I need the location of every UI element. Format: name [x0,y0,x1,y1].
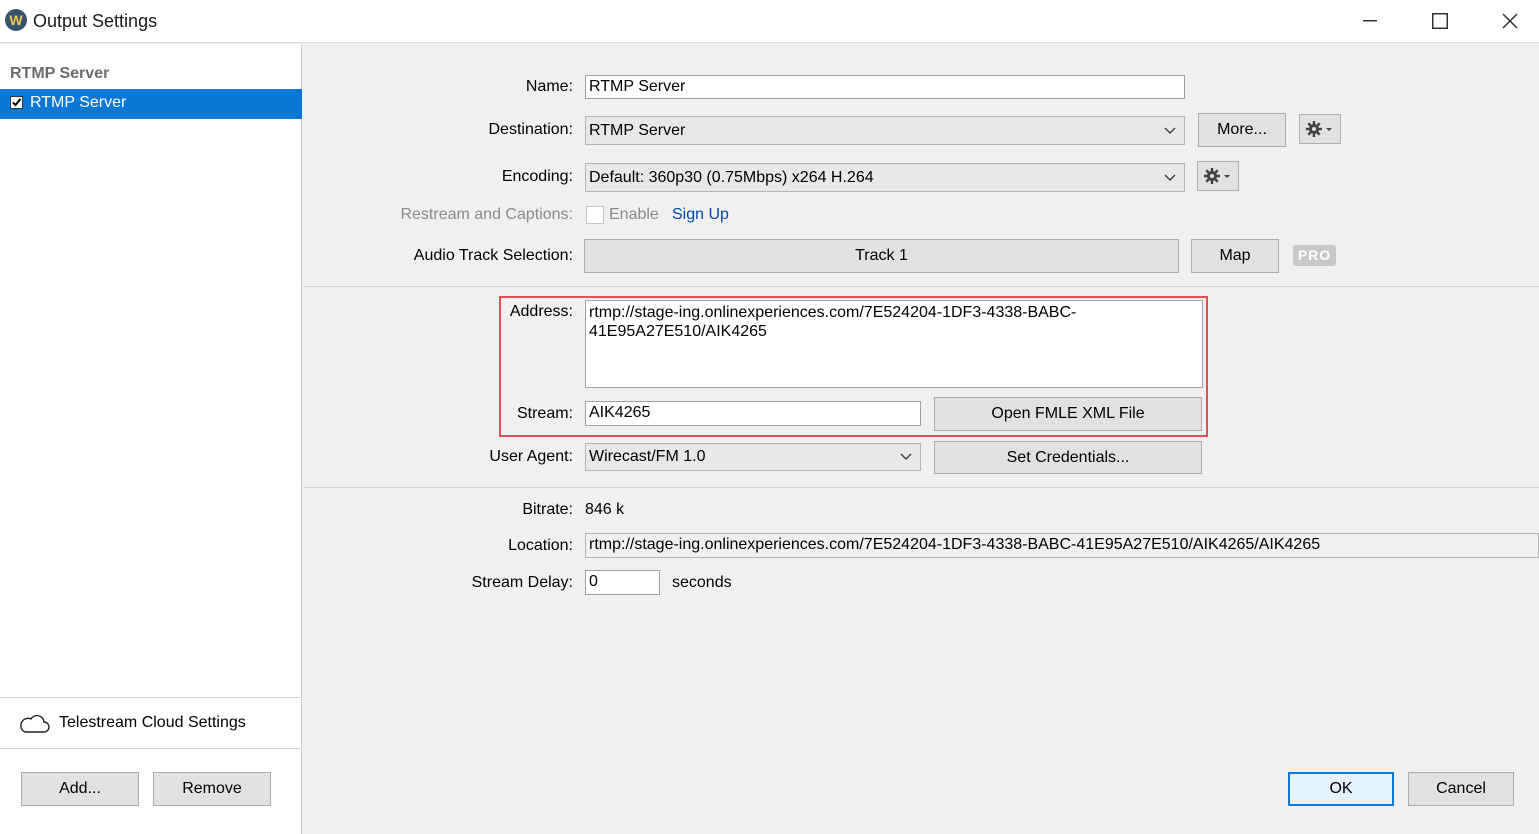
wirecast-app-icon: W [5,9,27,31]
stream-label: Stream: [516,405,573,422]
chevron-down-icon [1164,174,1176,181]
maximize-button[interactable] [1410,0,1470,42]
user-agent-value: Wirecast/FM 1.0 [589,448,706,465]
audio-track-selector[interactable]: Track 1 [584,239,1179,273]
divider [0,748,302,749]
address-textarea[interactable]: rtmp://stage-ing.onlinexperiences.com/7E… [585,300,1203,388]
close-icon [1502,13,1518,29]
close-button[interactable] [1480,0,1539,42]
user-agent-select[interactable]: Wirecast/FM 1.0 [585,443,921,471]
output-list-panel: RTMP Server RTMP Server Telestream Cloud… [0,44,302,834]
output-list-header: RTMP Server [10,65,110,82]
audio-track-label: Audio Track Selection: [413,247,573,264]
restream-captions-label: Restream and Captions: [400,206,573,223]
ok-button[interactable]: OK [1288,772,1394,806]
name-input[interactable]: RTMP Server [585,75,1185,99]
window-title: Output Settings [33,11,158,31]
encoding-value: Default: 360p30 (0.75Mbps) x264 H.264 [589,168,874,186]
gear-dropdown-icon [1306,121,1332,137]
stream-delay-label: Stream Delay: [471,574,573,591]
checkmark-icon [12,98,22,107]
address-label: Address: [509,303,573,320]
sign-up-link[interactable]: Sign Up [672,206,729,224]
output-list-item-rtmp-server[interactable]: RTMP Server [0,89,302,119]
stream-input[interactable]: AIK4265 [585,401,921,426]
stream-delay-input[interactable]: 0 [585,570,660,595]
open-fmle-xml-button[interactable]: Open FMLE XML File [934,397,1202,431]
gear-dropdown-icon [1204,168,1230,184]
encoding-label: Encoding: [501,168,573,185]
output-enabled-checkbox[interactable] [10,96,23,109]
chevron-down-icon [900,453,912,460]
divider [0,697,302,698]
encoding-select[interactable]: Default: 360p30 (0.75Mbps) x264 H.264 [585,163,1185,192]
location-label: Location: [508,537,573,554]
cancel-button[interactable]: Cancel [1408,772,1514,806]
address-line-1: rtmp://stage-ing.onlinexperiences.com/7E… [589,304,1077,321]
section-divider [303,286,1539,287]
destination-gear-button[interactable] [1299,114,1341,144]
maximize-icon [1432,13,1448,29]
chevron-down-icon [1164,127,1176,134]
section-divider [303,487,1539,488]
encoding-gear-button[interactable] [1197,161,1239,191]
minimize-button[interactable] [1340,0,1400,42]
cloud-icon [20,714,50,733]
title-bar: W Output Settings [0,0,1539,43]
map-audio-button[interactable]: Map [1191,239,1279,273]
destination-select[interactable]: RTMP Server [585,116,1185,145]
add-output-button[interactable]: Add... [21,772,139,806]
set-credentials-button[interactable]: Set Credentials... [934,441,1202,474]
destination-value: RTMP Server [589,121,686,139]
bitrate-value: 846 k [585,501,625,518]
restream-enable-label: Enable [609,206,659,223]
pro-badge: PRO [1293,245,1336,266]
name-label: Name: [525,78,573,95]
more-destinations-button[interactable]: More... [1198,113,1286,147]
location-field[interactable]: rtmp://stage-ing.onlinexperiences.com/7E… [585,533,1539,558]
output-list-item-label: RTMP Server [30,94,127,111]
cloud-settings-label: Telestream Cloud Settings [59,714,246,731]
destination-label: Destination: [488,121,574,138]
user-agent-label: User Agent: [489,448,573,465]
address-line-2: 41E95A27E510/AIK4265 [589,323,767,340]
minimize-icon [1363,20,1377,22]
seconds-label: seconds [672,574,732,591]
remove-output-button[interactable]: Remove [153,772,271,806]
restream-enable-checkbox[interactable] [586,206,604,224]
bitrate-label: Bitrate: [522,501,573,518]
